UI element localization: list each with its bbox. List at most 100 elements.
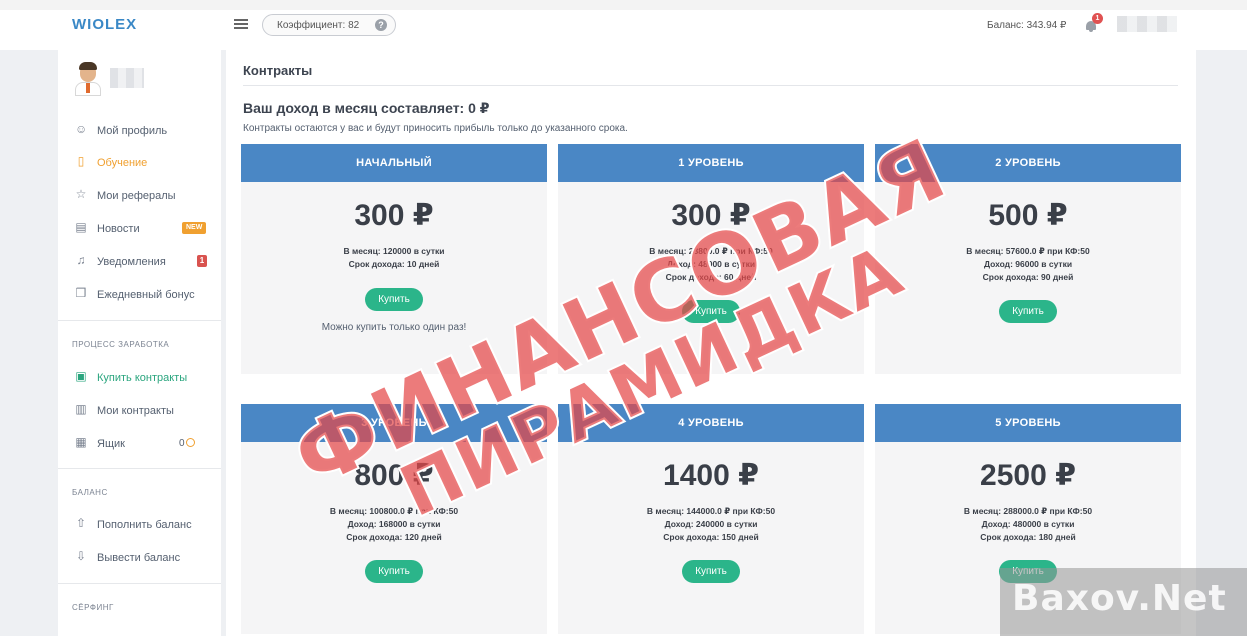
- avatar[interactable]: [73, 62, 103, 96]
- sidebar-item-withdraw[interactable]: ⇩ Вывести баланс: [58, 547, 221, 569]
- sidebar-item-label: Уведомления: [97, 256, 166, 268]
- sidebar-item-box[interactable]: ▦ Ящик 0: [58, 433, 221, 455]
- main-panel: Контракты Ваш доход в месяц составляет: …: [226, 50, 1196, 636]
- divider: [58, 583, 221, 584]
- sidebar-item-label: Новости: [97, 223, 140, 235]
- section-earn-title: ПРОЦЕСС ЗАРАБОТКА: [72, 340, 170, 349]
- card-title: НАЧАЛЬНЫЙ: [241, 144, 547, 182]
- card-monthly: В месяц: 28800.0 ₽ при КФ:50: [649, 246, 773, 256]
- card-title: 1 УРОВЕНЬ: [558, 144, 864, 182]
- buy-button[interactable]: Купить: [999, 300, 1057, 323]
- contracts-note: Контракты остаются у вас и будут приноси…: [243, 123, 628, 134]
- sidebar-item-referrals[interactable]: ☆ Мои рефералы: [58, 185, 221, 207]
- contract-card: 4 УРОВЕНЬ 1400 ₽ В месяц: 144000.0 ₽ при…: [558, 404, 864, 634]
- coefficient-pill: Коэффициент: 82 ?: [262, 14, 396, 36]
- box-icon: ▦: [75, 435, 87, 449]
- buy-button[interactable]: Купить: [365, 560, 423, 583]
- sidebar-item-profile[interactable]: ☺ Мой профиль: [58, 120, 221, 142]
- sidebar-item-buy-contracts[interactable]: ▣ Купить контракты: [58, 367, 221, 389]
- notification-badge: 1: [1092, 13, 1103, 24]
- card-income: Доход: 240000 в сутки: [664, 519, 758, 529]
- contract-card: НАЧАЛЬНЫЙ 300 ₽ В месяц: 120000 в сутки …: [241, 144, 547, 374]
- sidebar-item-label: Пополнить баланс: [97, 519, 192, 531]
- once-note: Можно купить только один раз!: [321, 322, 467, 333]
- divider: [58, 468, 221, 469]
- download-icon: ⇩: [75, 549, 87, 563]
- card-income: Доход: 96000 в сутки: [983, 259, 1073, 269]
- card-term: Срок дохода: 150 дней: [663, 532, 759, 542]
- sidebar-item-label: Обучение: [97, 157, 148, 169]
- sidebar-item-label: Ежедневный бонус: [97, 289, 195, 301]
- new-badge: NEW: [182, 222, 207, 234]
- section-balance-title: БАЛАНС: [72, 488, 108, 497]
- card-monthly: В месяц: 144000.0 ₽ при КФ:50: [646, 506, 776, 516]
- card-price: 500 ₽: [988, 199, 1068, 232]
- card-title: 5 УРОВЕНЬ: [875, 404, 1181, 442]
- star-icon: ☆: [75, 187, 87, 201]
- card-monthly: В месяц: 100800.0 ₽ при КФ:50: [329, 506, 459, 516]
- buy-button[interactable]: Купить: [682, 300, 740, 323]
- card-term: Срок дохода: 180 дней: [980, 532, 1076, 542]
- sidebar-item-news[interactable]: ▤ Новости NEW: [58, 218, 221, 240]
- hamburger-menu-icon[interactable]: [234, 19, 248, 29]
- sidebar-item-label: Мой профиль: [97, 125, 168, 137]
- count-badge: 1: [197, 255, 207, 267]
- card-term: Срок дохода: 10 дней: [348, 259, 440, 269]
- coefficient-label: Коэффициент: 82: [277, 20, 360, 31]
- gift-icon: ❒: [75, 286, 87, 300]
- bell-icon: ♫: [76, 253, 86, 267]
- card-income: Доход: 480000 в сутки: [981, 519, 1075, 529]
- help-icon[interactable]: ?: [375, 19, 387, 31]
- card-title: 3 УРОВЕНЬ: [241, 404, 547, 442]
- cart-icon: ▣: [75, 369, 87, 383]
- card-title: 4 УРОВЕНЬ: [558, 404, 864, 442]
- card-price: 1400 ₽: [663, 459, 759, 492]
- sidebar: ☺ Мой профиль ▯ Обучение ☆ Мои рефералы …: [58, 50, 221, 636]
- sidebar-item-label: Купить контракты: [97, 372, 188, 384]
- contract-card: 5 УРОВЕНЬ 2500 ₽ В месяц: 288000.0 ₽ при…: [875, 404, 1181, 634]
- sidebar-item-training[interactable]: ▯ Обучение: [58, 152, 221, 174]
- sidebar-item-daily-bonus[interactable]: ❒ Ежедневный бонус: [58, 284, 221, 306]
- card-price: 300 ₽: [354, 199, 434, 232]
- divider: [243, 85, 1178, 86]
- news-icon: ▤: [75, 220, 87, 234]
- card-price: 800 ₽: [354, 459, 434, 492]
- upload-icon: ⇧: [75, 516, 87, 530]
- sidebar-item-deposit[interactable]: ⇧ Пополнить баланс: [58, 514, 221, 536]
- card-term: Срок дохода: 90 дней: [982, 272, 1074, 282]
- card-price: 300 ₽: [671, 199, 751, 232]
- divider: [58, 320, 221, 321]
- sidebar-item-label: Мои рефералы: [97, 190, 176, 202]
- user-name: [110, 68, 144, 88]
- sidebar-item-my-contracts[interactable]: ▥ Мои контракты: [58, 400, 221, 422]
- brand-logo[interactable]: WIOLEX: [72, 16, 137, 33]
- balance-label: Баланс: 343.94 ₽: [987, 20, 1067, 31]
- card-monthly: В месяц: 57600.0 ₽ при КФ:50: [966, 246, 1090, 256]
- monthly-income: Ваш доход в месяц составляет: 0 ₽: [243, 100, 490, 116]
- user-icon: ☺: [75, 122, 88, 136]
- bookmark-icon: ▯: [77, 154, 85, 168]
- card-title: 2 УРОВЕНЬ: [875, 144, 1181, 182]
- contract-card: 2 УРОВЕНЬ 500 ₽ В месяц: 57600.0 ₽ при К…: [875, 144, 1181, 374]
- page-title: Контракты: [243, 63, 313, 78]
- contract-card: 1 УРОВЕНЬ 300 ₽ В месяц: 28800.0 ₽ при К…: [558, 144, 864, 374]
- card-income: Доход: 48000 в сутки: [666, 259, 756, 269]
- coin-icon: [185, 438, 195, 447]
- card-monthly: В месяц: 120000 в сутки: [343, 246, 445, 256]
- card-term: Срок дохода: 60 дней: [665, 272, 757, 282]
- card-monthly: В месяц: 288000.0 ₽ при КФ:50: [963, 506, 1093, 516]
- top-bar: WIOLEX Коэффициент: 82 ? Баланс: 343.94 …: [0, 0, 1247, 50]
- box-count: 0: [179, 438, 195, 449]
- sidebar-item-label: Мои контракты: [97, 405, 174, 417]
- card-income: Доход: 168000 в сутки: [347, 519, 441, 529]
- card-term: Срок дохода: 120 дней: [346, 532, 442, 542]
- card-price: 2500 ₽: [980, 459, 1076, 492]
- section-surf-title: СЁРФИНГ: [72, 603, 114, 612]
- buy-button[interactable]: Купить: [365, 288, 423, 311]
- sidebar-item-label: Вывести баланс: [97, 552, 181, 564]
- buy-button[interactable]: Купить: [999, 560, 1057, 583]
- buy-button[interactable]: Купить: [682, 560, 740, 583]
- sidebar-item-notifications[interactable]: ♫ Уведомления 1: [58, 251, 221, 273]
- contract-card: 3 УРОВЕНЬ 800 ₽ В месяц: 100800.0 ₽ при …: [241, 404, 547, 634]
- user-menu[interactable]: [1117, 16, 1177, 32]
